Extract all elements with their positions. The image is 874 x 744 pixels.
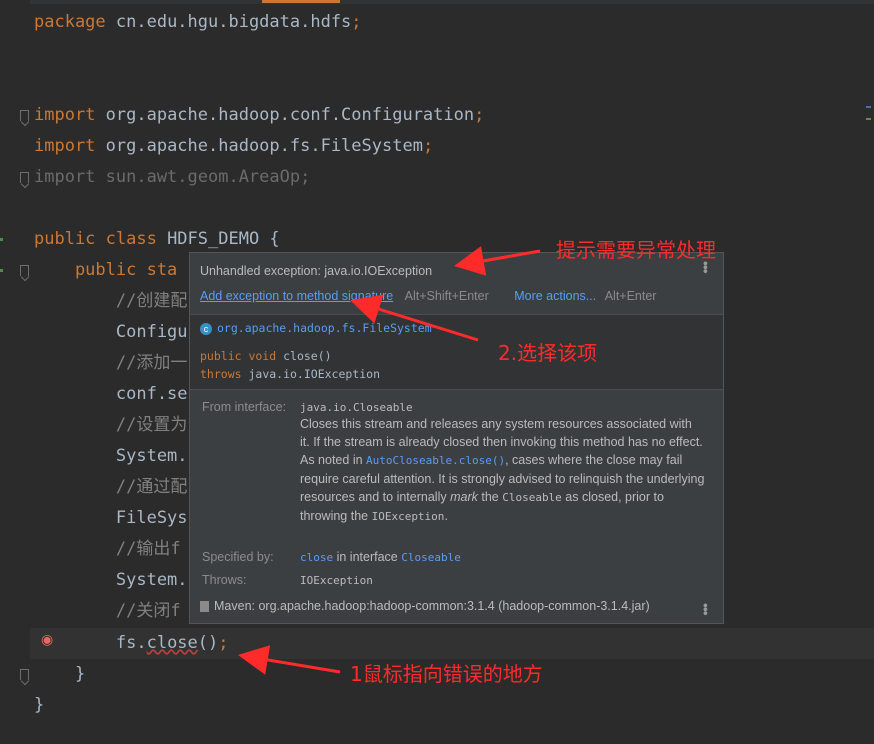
annotation-hover-error: 1鼠标指向错误的地方 <box>350 662 543 686</box>
annotation-arrows <box>238 246 541 675</box>
arrow-1 <box>454 246 541 276</box>
annotation-exception-hint: 提示需要异常处理 <box>556 238 716 262</box>
annotation-select-item: 2.选择该项 <box>498 341 598 365</box>
arrow-2 <box>350 294 479 342</box>
arrow-3 <box>238 645 341 675</box>
